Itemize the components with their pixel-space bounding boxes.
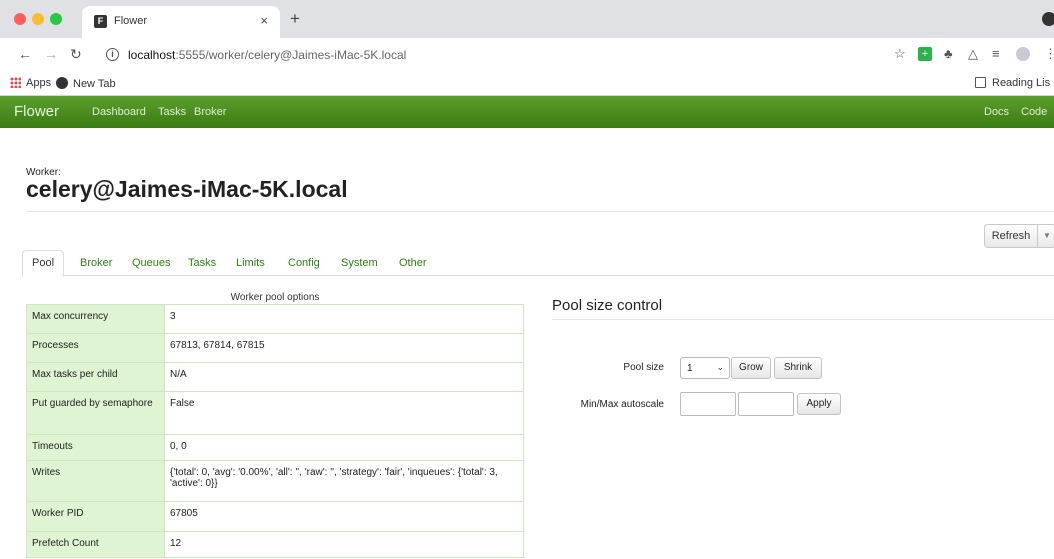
chevron-down-icon: ⌄ bbox=[716, 362, 724, 372]
divider bbox=[552, 319, 1054, 320]
url-text: localhost:5555/worker/celery@Jaimes-iMac… bbox=[128, 48, 406, 62]
bookmarks-bar: Apps New Tab Reading Lis bbox=[0, 72, 1054, 96]
option-value: 0, 0 bbox=[164, 434, 524, 461]
close-tab-icon[interactable]: × bbox=[260, 13, 268, 28]
bookmark-star-icon[interactable]: ☆ bbox=[894, 47, 906, 61]
apps-grid-icon bbox=[10, 77, 21, 88]
nav-dashboard[interactable]: Dashboard bbox=[92, 106, 146, 118]
option-key: Put guarded by semaphore bbox=[26, 391, 165, 435]
option-key: Timeouts bbox=[26, 434, 165, 461]
close-window-button[interactable] bbox=[14, 13, 26, 25]
flower-favicon-icon: F bbox=[94, 15, 107, 28]
extension-icon[interactable]: ♣ bbox=[944, 47, 953, 61]
option-key: Max concurrency bbox=[26, 304, 165, 334]
option-value: 67805 bbox=[164, 501, 524, 532]
option-key: Worker PID bbox=[26, 501, 165, 532]
bookmark-new-tab[interactable]: New Tab bbox=[56, 77, 116, 90]
url-path: :5555/worker/celery@Jaimes-iMac-5K.local bbox=[175, 48, 407, 62]
table-row: Processes 67813, 67814, 67815 bbox=[26, 333, 524, 363]
option-value: False bbox=[164, 391, 524, 435]
tab-config[interactable]: Config bbox=[288, 250, 320, 276]
option-value: {'total': 0, 'avg': '0.00%', 'all': '', … bbox=[164, 460, 524, 502]
forward-icon[interactable]: → bbox=[44, 46, 58, 62]
pool-size-select[interactable]: 1 ⌄ bbox=[680, 357, 730, 379]
tab-limits[interactable]: Limits bbox=[236, 250, 265, 276]
table-caption: Worker pool options bbox=[230, 292, 320, 303]
table-row: Max concurrency 3 bbox=[26, 304, 524, 334]
pool-size-label: Pool size bbox=[623, 362, 664, 373]
tab-title: Flower bbox=[114, 15, 148, 27]
table-row: Writes {'total': 0, 'avg': '0.00%', 'all'… bbox=[26, 460, 524, 502]
option-key: Writes bbox=[26, 460, 165, 502]
min-autoscale-input[interactable] bbox=[680, 392, 736, 416]
reload-icon[interactable]: ↻ bbox=[70, 46, 82, 63]
table-row: Worker PID 67805 bbox=[26, 501, 524, 532]
address-bar[interactable]: i localhost:5555/worker/celery@Jaimes-iM… bbox=[100, 43, 890, 67]
brand-logo[interactable]: Flower bbox=[14, 103, 59, 120]
worker-tabs: Pool Broker Queues Tasks Limits Config S… bbox=[22, 250, 1054, 277]
bookmark-apps[interactable]: Apps bbox=[10, 77, 51, 89]
option-value: 67813, 67814, 67815 bbox=[164, 333, 524, 363]
pool-options-table: Max concurrency 3 Processes 67813, 67814, … bbox=[26, 304, 524, 558]
option-key: Max tasks per child bbox=[26, 362, 165, 392]
tab-pool[interactable]: Pool bbox=[22, 250, 65, 277]
globe-icon bbox=[56, 77, 68, 89]
extension-plus-icon[interactable]: + bbox=[918, 47, 932, 61]
nav-tasks[interactable]: Tasks bbox=[158, 106, 186, 118]
table-row: Put guarded by semaphore False bbox=[26, 391, 524, 435]
tab-other[interactable]: Other bbox=[399, 250, 427, 276]
reading-list-button[interactable]: Reading Lis bbox=[975, 77, 1050, 89]
divider bbox=[26, 211, 1054, 212]
profile-avatar-icon[interactable] bbox=[1016, 47, 1030, 61]
grow-button[interactable]: Grow bbox=[731, 357, 771, 379]
pool-size-value: 1 bbox=[687, 363, 693, 374]
option-value: 3 bbox=[164, 304, 524, 334]
reading-list-icon bbox=[975, 77, 986, 88]
refresh-dropdown-caret-icon[interactable]: ▼ bbox=[1039, 225, 1054, 247]
new-tab-icon[interactable]: + bbox=[290, 10, 300, 27]
option-key: Processes bbox=[26, 333, 165, 363]
table-row: Timeouts 0, 0 bbox=[26, 434, 524, 461]
apply-button[interactable]: Apply bbox=[797, 393, 841, 415]
pool-control-title: Pool size control bbox=[552, 297, 663, 314]
shrink-button[interactable]: Shrink bbox=[774, 357, 822, 379]
nav-docs[interactable]: Docs bbox=[984, 106, 1009, 118]
nav-broker[interactable]: Broker bbox=[194, 106, 226, 118]
table-row: Prefetch Count 12 bbox=[26, 531, 524, 558]
minimize-window-button[interactable] bbox=[32, 13, 44, 25]
back-icon[interactable]: ← bbox=[18, 46, 32, 62]
lab-icon[interactable]: △ bbox=[968, 47, 978, 61]
flower-navbar: Flower Dashboard Tasks Broker Docs Code bbox=[0, 96, 1054, 128]
option-value: 12 bbox=[164, 531, 524, 558]
reading-mode-icon[interactable]: ≡ bbox=[992, 47, 1000, 61]
refresh-button[interactable]: Refresh bbox=[985, 225, 1038, 247]
browser-menu-icon[interactable] bbox=[1042, 12, 1054, 26]
tab-tasks[interactable]: Tasks bbox=[188, 250, 216, 276]
tab-system[interactable]: System bbox=[341, 250, 378, 276]
option-value: N/A bbox=[164, 362, 524, 392]
option-key: Prefetch Count bbox=[26, 531, 165, 558]
url-host: localhost bbox=[128, 48, 176, 62]
autoscale-label: Min/Max autoscale bbox=[580, 399, 664, 410]
tab-queues[interactable]: Queues bbox=[132, 250, 171, 276]
browser-tab[interactable]: F Flower × bbox=[82, 6, 280, 38]
table-row: Max tasks per child N/A bbox=[26, 362, 524, 392]
browser-tab-bar: F Flower × + bbox=[0, 0, 1054, 38]
tab-broker[interactable]: Broker bbox=[80, 250, 112, 276]
page-title: celery@Jaimes-iMac-5K.local bbox=[26, 176, 348, 202]
kebab-menu-icon[interactable]: ⋮ bbox=[1044, 47, 1054, 61]
maximize-window-button[interactable] bbox=[50, 13, 62, 25]
browser-toolbar: ← → ↻ i localhost:5555/worker/celery@Jai… bbox=[0, 38, 1054, 72]
site-info-icon[interactable]: i bbox=[106, 48, 119, 61]
refresh-button-group: Refresh ▼ bbox=[984, 224, 1054, 248]
nav-code[interactable]: Code bbox=[1021, 106, 1047, 118]
max-autoscale-input[interactable] bbox=[738, 392, 794, 416]
